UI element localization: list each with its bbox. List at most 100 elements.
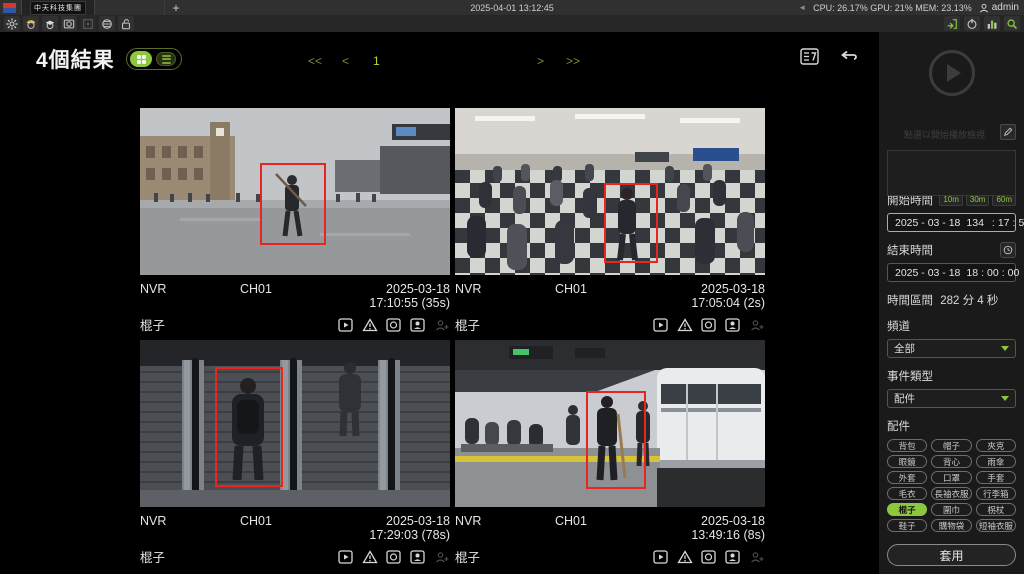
interval-value: 282 分 4 秒 bbox=[940, 295, 998, 307]
person-add-button[interactable] bbox=[748, 317, 765, 332]
new-tab-button[interactable]: + bbox=[165, 1, 187, 15]
accessory-chip-2[interactable]: 夾克 bbox=[976, 439, 1016, 452]
person-info-button[interactable] bbox=[409, 317, 426, 332]
result-thumbnail[interactable] bbox=[140, 340, 450, 507]
results-area: 4個結果 << < 1 > >> bbox=[0, 32, 878, 574]
play-video-button[interactable] bbox=[652, 549, 669, 564]
card-label: 棍子 bbox=[455, 315, 480, 334]
apply-button[interactable]: 套用 bbox=[887, 544, 1016, 566]
result-thumbnail[interactable] bbox=[455, 340, 765, 507]
event-type-value: 配件 bbox=[894, 391, 915, 406]
stats-button[interactable] bbox=[984, 16, 1000, 31]
play-video-button[interactable] bbox=[652, 317, 669, 332]
back-button[interactable] bbox=[839, 50, 857, 64]
event-type-select[interactable]: 配件 bbox=[887, 389, 1016, 408]
preview-play-button[interactable] bbox=[929, 50, 975, 96]
person-info-button[interactable] bbox=[409, 549, 426, 564]
preview-drop-area[interactable] bbox=[887, 150, 1016, 196]
alarm-button[interactable] bbox=[361, 317, 378, 332]
person-add-button[interactable] bbox=[433, 549, 450, 564]
settings-button[interactable] bbox=[4, 16, 20, 31]
globe-icon bbox=[101, 18, 113, 30]
accessory-chip-5[interactable]: 雨傘 bbox=[976, 455, 1016, 468]
start-hour-value: 134 bbox=[966, 217, 984, 229]
channel-select[interactable]: 全部 bbox=[887, 339, 1016, 358]
card-channel: CH01 bbox=[240, 282, 335, 310]
snapshot-button[interactable] bbox=[385, 317, 402, 332]
accessory-chip-4[interactable]: 背心 bbox=[931, 455, 971, 468]
camera-icon bbox=[63, 18, 75, 30]
accessory-chip-8[interactable]: 手套 bbox=[976, 471, 1016, 484]
card-source: NVR bbox=[140, 514, 240, 542]
accessory-chip-9[interactable]: 毛衣 bbox=[887, 487, 927, 500]
accessory-chip-0[interactable]: 背包 bbox=[887, 439, 927, 452]
edit-button[interactable] bbox=[1000, 124, 1016, 140]
accessory-chip-7[interactable]: 口罩 bbox=[931, 471, 971, 484]
person-add-button[interactable] bbox=[433, 317, 450, 332]
card-channel: CH01 bbox=[555, 514, 650, 542]
accessory-chip-17[interactable]: 短袖衣服 bbox=[976, 519, 1016, 532]
search-icon bbox=[1006, 18, 1018, 30]
card-label: 棍子 bbox=[140, 315, 165, 334]
end-minute-value: 00 bbox=[987, 267, 999, 279]
accessory-chip-12[interactable]: 棍子 bbox=[887, 503, 927, 516]
power-button[interactable] bbox=[964, 16, 980, 31]
power-icon bbox=[966, 18, 978, 30]
snapshot-button[interactable] bbox=[700, 317, 717, 332]
start-time-field[interactable]: 2025 - 03 - 18 134: 17: 56 bbox=[887, 213, 1016, 232]
batch-select-button[interactable] bbox=[800, 48, 819, 65]
person-info-button[interactable] bbox=[724, 317, 741, 332]
app-tab[interactable]: 中天科技集團 bbox=[21, 0, 95, 15]
page-first-button[interactable]: << bbox=[308, 54, 322, 68]
page-next-button[interactable]: > bbox=[537, 54, 544, 68]
accessory-chip-3[interactable]: 眼鏡 bbox=[887, 455, 927, 468]
accessory-chip-1[interactable]: 帽子 bbox=[931, 439, 971, 452]
accessories-grid: 背包帽子夾克眼鏡背心雨傘外套口罩手套毛衣長袖衣服行李箱棍子圍巾柺杖鞋子購物袋短袖… bbox=[887, 439, 1016, 532]
play-video-button[interactable] bbox=[337, 317, 354, 332]
unlock-button[interactable] bbox=[118, 16, 134, 31]
accessory-chip-11[interactable]: 行李箱 bbox=[976, 487, 1016, 500]
grid-view-button[interactable] bbox=[130, 51, 152, 67]
page-prev-button[interactable]: < bbox=[342, 54, 349, 68]
result-thumbnail[interactable] bbox=[455, 108, 765, 275]
interval-label: 時間區間 bbox=[887, 295, 933, 307]
collapse-icon[interactable]: ◄ bbox=[798, 3, 806, 12]
chevron-down-icon bbox=[1001, 396, 1009, 401]
frame-button[interactable] bbox=[80, 16, 96, 31]
search-button[interactable] bbox=[1004, 16, 1020, 31]
list-view-button[interactable] bbox=[156, 52, 176, 66]
accessory-chip-16[interactable]: 購物袋 bbox=[931, 519, 971, 532]
app-logo-text: 中天科技集團 bbox=[30, 1, 86, 15]
alarm-button[interactable] bbox=[361, 549, 378, 564]
end-time-field[interactable]: 2025 - 03 - 18 18: 00: 00 bbox=[887, 263, 1016, 282]
result-thumbnail[interactable] bbox=[140, 108, 450, 275]
toolbar bbox=[0, 15, 1024, 32]
export-button[interactable] bbox=[944, 16, 960, 31]
alarm-button[interactable] bbox=[676, 317, 693, 332]
accessory-chip-15[interactable]: 鞋子 bbox=[887, 519, 927, 532]
snapshot-button[interactable] bbox=[385, 549, 402, 564]
user-menu[interactable]: admin bbox=[979, 2, 1019, 13]
page-current[interactable]: 1 bbox=[373, 54, 380, 68]
accessory-chip-13[interactable]: 圍巾 bbox=[931, 503, 971, 516]
card-label: 棍子 bbox=[140, 547, 165, 566]
accessory-chip-14[interactable]: 柺杖 bbox=[976, 503, 1016, 516]
network-button[interactable] bbox=[99, 16, 115, 31]
card-timestamp: 2025-03-18 17:29:03 (78s) bbox=[335, 514, 450, 542]
now-button[interactable] bbox=[1000, 242, 1016, 258]
camera-button[interactable] bbox=[61, 16, 77, 31]
play-video-button[interactable] bbox=[337, 549, 354, 564]
face-search-button[interactable] bbox=[23, 16, 39, 31]
user-icon bbox=[979, 3, 989, 13]
face-detect-button[interactable] bbox=[42, 16, 58, 31]
page-last-button[interactable]: >> bbox=[566, 54, 580, 68]
card-source: NVR bbox=[455, 514, 555, 542]
person-add-button[interactable] bbox=[748, 549, 765, 564]
person-info-button[interactable] bbox=[724, 549, 741, 564]
snapshot-button[interactable] bbox=[700, 549, 717, 564]
card-label: 棍子 bbox=[455, 547, 480, 566]
accessory-chip-6[interactable]: 外套 bbox=[887, 471, 927, 484]
card-channel: CH01 bbox=[240, 514, 335, 542]
accessory-chip-10[interactable]: 長袖衣服 bbox=[931, 487, 971, 500]
alarm-button[interactable] bbox=[676, 549, 693, 564]
